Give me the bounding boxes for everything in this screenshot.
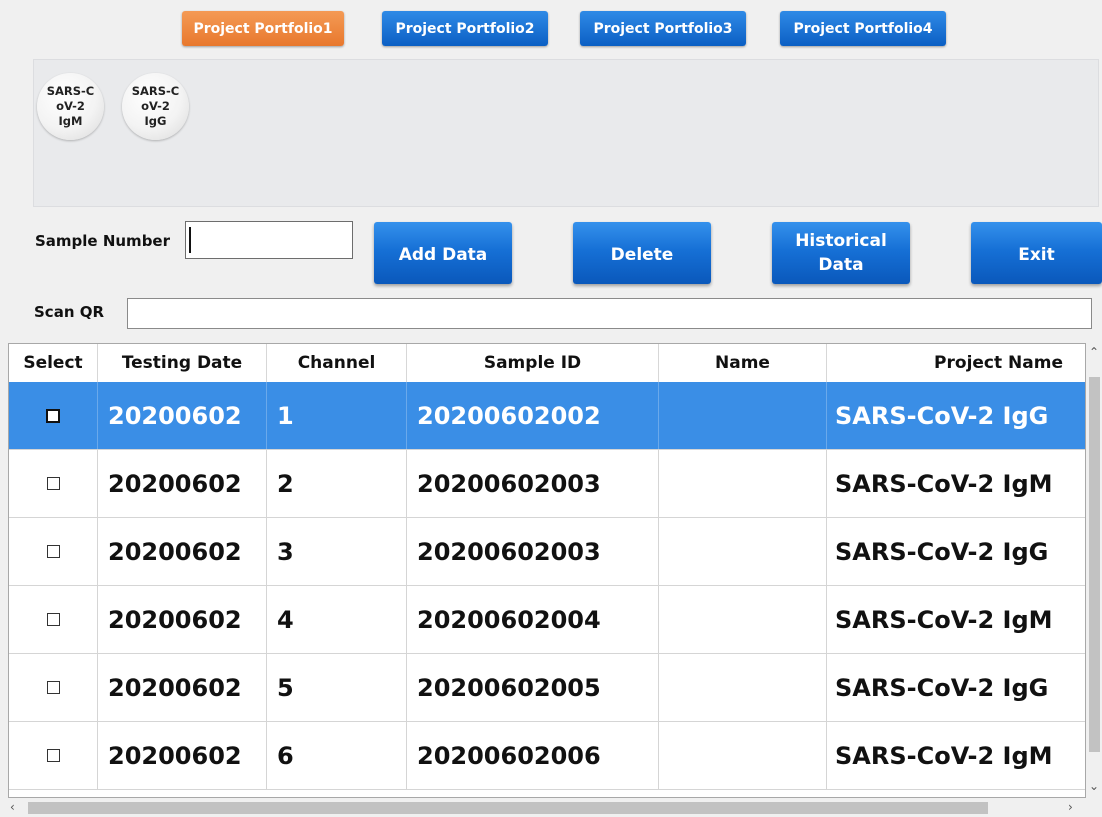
- project-name-cell: SARS-CoV-2 IgG: [835, 673, 1049, 702]
- sample-id-cell: 20200602005: [407, 654, 659, 721]
- vertical-scroll-thumb[interactable]: [1089, 377, 1100, 752]
- horizontal-scrollbar[interactable]: ‹ ›: [8, 798, 1086, 817]
- channel-cell: 3: [267, 518, 407, 585]
- tab-project-portfolio-1[interactable]: Project Portfolio1: [182, 11, 344, 46]
- historical-data-button[interactable]: Historical Data: [772, 222, 910, 284]
- name-cell: [659, 382, 827, 449]
- add-data-button[interactable]: Add Data: [374, 222, 512, 284]
- row-checkbox[interactable]: [46, 408, 60, 423]
- testing-date-cell: 20200602: [98, 518, 267, 585]
- tab-project-portfolio-4[interactable]: Project Portfolio4: [780, 11, 946, 46]
- testing-date-cell: 20200602: [98, 382, 267, 449]
- channel-cell: 2: [267, 450, 407, 517]
- table-row[interactable]: 20200602 6 20200602006 SARS-CoV-2 IgM: [9, 722, 1085, 790]
- sample-number-label: Sample Number: [35, 232, 170, 250]
- select-cell: [9, 654, 98, 721]
- column-header-sample-id[interactable]: Sample ID: [407, 344, 659, 382]
- select-cell: [9, 586, 98, 653]
- channel-cell: 4: [267, 586, 407, 653]
- tab-project-portfolio-3[interactable]: Project Portfolio3: [580, 11, 746, 46]
- vertical-scrollbar[interactable]: ⌃ ⌄: [1087, 343, 1102, 798]
- select-cell: [9, 382, 98, 449]
- scan-qr-input[interactable]: [127, 298, 1092, 329]
- row-checkbox[interactable]: [46, 477, 60, 490]
- channel-cell: 1: [267, 382, 407, 449]
- tab-project-portfolio-2[interactable]: Project Portfolio2: [382, 11, 548, 46]
- name-cell: [659, 450, 827, 517]
- column-header-channel[interactable]: Channel: [267, 344, 407, 382]
- name-cell: [659, 586, 827, 653]
- table-row[interactable]: 20200602 5 20200602005 SARS-CoV-2 IgG: [9, 654, 1085, 722]
- chevron-right-icon[interactable]: ›: [1068, 800, 1073, 814]
- testing-date-cell: 20200602: [98, 722, 267, 789]
- channel-cell: 6: [267, 722, 407, 789]
- sample-id-cell: 20200602004: [407, 586, 659, 653]
- sample-number-input[interactable]: [185, 221, 353, 259]
- testing-date-cell: 20200602: [98, 586, 267, 653]
- sample-id-cell: 20200602003: [407, 450, 659, 517]
- project-name-cell: SARS-CoV-2 IgM: [835, 469, 1053, 498]
- project-name-cell: SARS-CoV-2 IgM: [835, 605, 1053, 634]
- delete-button[interactable]: Delete: [573, 222, 711, 284]
- project-panel: [33, 59, 1099, 207]
- name-cell: [659, 722, 827, 789]
- project-name-cell: SARS-CoV-2 IgM: [835, 741, 1053, 770]
- row-checkbox[interactable]: [46, 749, 60, 762]
- results-table: Select Testing Date Channel Sample ID Na…: [8, 343, 1086, 798]
- table-row[interactable]: 20200602 1 20200602002 SARS-CoV-2 IgG: [9, 382, 1085, 450]
- column-header-name[interactable]: Name: [659, 344, 827, 382]
- table-row[interactable]: 20200602 4 20200602004 SARS-CoV-2 IgM: [9, 586, 1085, 654]
- chevron-up-icon[interactable]: ⌃: [1089, 345, 1099, 359]
- column-header-select[interactable]: Select: [9, 344, 98, 382]
- name-cell: [659, 518, 827, 585]
- column-header-project-name[interactable]: Project Name: [827, 344, 1085, 382]
- chevron-left-icon[interactable]: ‹: [10, 800, 15, 814]
- project-item-igm[interactable]: SARS-C oV-2 IgM: [37, 73, 104, 140]
- channel-cell: 5: [267, 654, 407, 721]
- project-name-cell: SARS-CoV-2 IgG: [835, 401, 1049, 430]
- project-name-cell: SARS-CoV-2 IgG: [835, 537, 1049, 566]
- testing-date-cell: 20200602: [98, 654, 267, 721]
- sample-id-cell: 20200602006: [407, 722, 659, 789]
- row-checkbox[interactable]: [46, 613, 60, 626]
- horizontal-scroll-thumb[interactable]: [28, 802, 988, 814]
- project-item-igg[interactable]: SARS-C oV-2 IgG: [122, 73, 189, 140]
- table-row[interactable]: 20200602 3 20200602003 SARS-CoV-2 IgG: [9, 518, 1085, 586]
- sample-id-cell: 20200602002: [407, 382, 659, 449]
- column-header-testing-date[interactable]: Testing Date: [98, 344, 267, 382]
- name-cell: [659, 654, 827, 721]
- exit-button[interactable]: Exit: [971, 222, 1102, 284]
- select-cell: [9, 518, 98, 585]
- table-row[interactable]: 20200602 2 20200602003 SARS-CoV-2 IgM: [9, 450, 1085, 518]
- row-checkbox[interactable]: [46, 545, 60, 558]
- sample-id-cell: 20200602003: [407, 518, 659, 585]
- scan-qr-label: Scan QR: [34, 303, 105, 321]
- row-checkbox[interactable]: [46, 681, 60, 694]
- chevron-down-icon[interactable]: ⌄: [1089, 779, 1099, 793]
- select-cell: [9, 722, 98, 789]
- testing-date-cell: 20200602: [98, 450, 267, 517]
- select-cell: [9, 450, 98, 517]
- table-header: Select Testing Date Channel Sample ID Na…: [9, 344, 1085, 383]
